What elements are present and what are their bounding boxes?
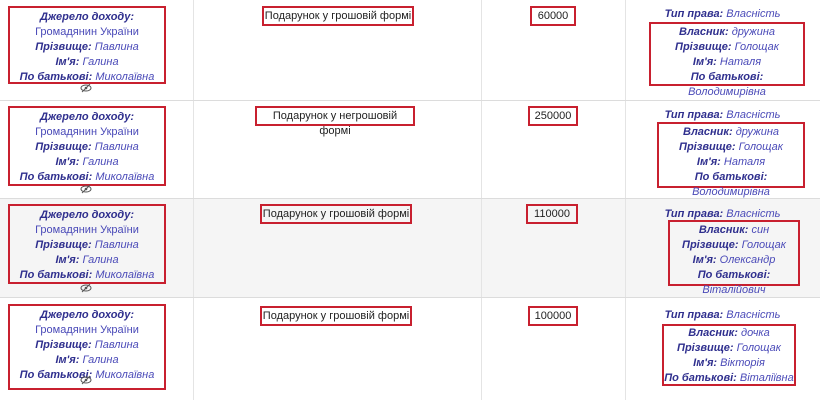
hidden-eye-icon[interactable] — [80, 283, 92, 293]
patronymic-value: Миколаївна — [95, 269, 155, 281]
income-source-cell: Джерело доходу: Громадянин України Прізв… — [8, 106, 166, 186]
owner-value: дружина — [735, 126, 779, 138]
income-amount: 60000 — [530, 6, 576, 26]
patronymic-value: Віталіївна — [739, 372, 794, 384]
patronymic-label: По батькові: — [664, 372, 737, 384]
surname-label: Прізвище: — [677, 342, 734, 354]
income-amount: 250000 — [528, 106, 578, 126]
surname-label: Прізвище: — [35, 239, 92, 251]
name-value: Галина — [82, 354, 119, 366]
name-label: Ім'я: — [55, 354, 80, 366]
owner-value: син — [751, 224, 770, 236]
name-value: Галина — [82, 56, 119, 68]
right-type-value: Власність — [726, 8, 781, 20]
name-value: Наталя — [723, 156, 766, 168]
income-source-cell: Джерело доходу: Громадянин України Прізв… — [8, 204, 166, 284]
surname-value: Голощак — [736, 342, 781, 354]
owner-label: Власник: — [688, 327, 738, 339]
table-row: Джерело доходу: Громадянин України Прізв… — [0, 199, 820, 298]
patronymic-label: По батькові: — [694, 171, 768, 183]
right-type-line: Тип права: Власність — [630, 108, 815, 123]
income-amount: 100000 — [528, 306, 578, 326]
name-label: Ім'я: — [696, 156, 721, 168]
name-value: Галина — [82, 156, 119, 168]
right-type-line: Тип права: Власність — [630, 7, 815, 22]
income-source-label: Джерело доходу: — [40, 11, 134, 23]
patronymic-value: Миколаївна — [95, 171, 155, 183]
patronymic-label: По батькові: — [19, 71, 93, 83]
income-source-value: Громадянин України — [35, 224, 139, 236]
income-source-value: Громадянин України — [35, 26, 139, 38]
surname-value: Голощак — [741, 239, 786, 251]
right-type-value: Власність — [726, 109, 781, 121]
table-row: Джерело доходу: Громадянин України Прізв… — [0, 298, 820, 400]
income-type: Подарунок у негрошовій формі — [255, 106, 415, 137]
income-source-value: Громадянин України — [35, 324, 139, 336]
surname-label: Прізвище: — [679, 141, 736, 153]
income-amount: 110000 — [526, 204, 578, 224]
name-value: Олександр — [719, 254, 776, 266]
income-source-label: Джерело доходу: — [40, 309, 134, 321]
right-type-label: Тип права: — [664, 8, 724, 20]
right-type-line: Тип права: Власність — [630, 308, 815, 323]
patronymic-label: По батькові: — [19, 171, 93, 183]
name-value: Наталя — [719, 56, 762, 68]
owner-value: дочка — [740, 327, 770, 339]
owner-label: Власник: — [679, 26, 729, 38]
income-type: Подарунок у грошовій формі — [260, 306, 412, 326]
surname-label: Прізвище: — [675, 41, 732, 53]
surname-label: Прізвище: — [35, 141, 92, 153]
patronymic-label: По батькові: — [19, 269, 93, 281]
right-type-value: Власність — [726, 208, 781, 220]
owner-value: дружина — [731, 26, 775, 38]
owner-cell: Власник: син Прізвище: Голощак Ім'я: Оле… — [668, 220, 800, 296]
owner-cell: Власник: дружина Прізвище: Голощак Ім'я:… — [657, 122, 805, 198]
surname-label: Прізвище: — [682, 239, 739, 251]
name-label: Ім'я: — [692, 56, 717, 68]
patronymic-value: Миколаївна — [95, 71, 155, 83]
income-source-cell: Джерело доходу: Громадянин України Прізв… — [8, 6, 166, 84]
patronymic-value: Миколаївна — [95, 369, 155, 381]
surname-value: Голощак — [734, 41, 779, 53]
hidden-eye-icon[interactable] — [80, 83, 92, 93]
name-label: Ім'я: — [692, 254, 717, 266]
patronymic-label: По батькові: — [697, 269, 771, 281]
right-type-label: Тип права: — [664, 109, 724, 121]
surname-value: Павлина — [94, 141, 139, 153]
surname-label: Прізвище: — [35, 41, 92, 53]
income-source-label: Джерело доходу: — [40, 111, 134, 123]
name-label: Ім'я: — [55, 254, 80, 266]
hidden-eye-icon[interactable] — [80, 375, 92, 385]
owner-cell: Власник: дружина Прізвище: Голощак Ім'я:… — [649, 22, 805, 98]
name-label: Ім'я: — [693, 357, 718, 369]
surname-value: Павлина — [94, 239, 139, 251]
income-type: Подарунок у грошовій формі — [262, 6, 414, 26]
patronymic-label: По батькові: — [690, 71, 764, 83]
right-type-value: Власність — [726, 309, 781, 321]
income-source-value: Громадянин України — [35, 126, 139, 138]
surname-value: Павлина — [94, 339, 139, 351]
table-row: Джерело доходу: Громадянин України Прізв… — [0, 0, 820, 101]
table-row: Джерело доходу: Громадянин України Прізв… — [0, 101, 820, 199]
right-type-label: Тип права: — [664, 309, 724, 321]
owner-cell: Власник: дочка Прізвище: Голощак Ім'я: В… — [662, 324, 796, 386]
name-value: Вікторія — [720, 357, 765, 369]
owner-label: Власник: — [683, 126, 733, 138]
surname-label: Прізвище: — [35, 339, 92, 351]
hidden-eye-icon[interactable] — [80, 184, 92, 194]
income-source-label: Джерело доходу: — [40, 209, 134, 221]
surname-value: Павлина — [94, 41, 139, 53]
patronymic-value: Володимирівна — [688, 86, 766, 98]
name-label: Ім'я: — [55, 156, 80, 168]
patronymic-value: Віталійович — [702, 284, 766, 296]
income-type: Подарунок у грошовій формі — [260, 204, 412, 224]
surname-value: Голощак — [738, 141, 783, 153]
patronymic-value: Володимирівна — [692, 186, 770, 198]
right-type-label: Тип права: — [664, 208, 724, 220]
name-label: Ім'я: — [55, 56, 80, 68]
owner-label: Власник: — [698, 224, 749, 236]
name-value: Галина — [82, 254, 119, 266]
